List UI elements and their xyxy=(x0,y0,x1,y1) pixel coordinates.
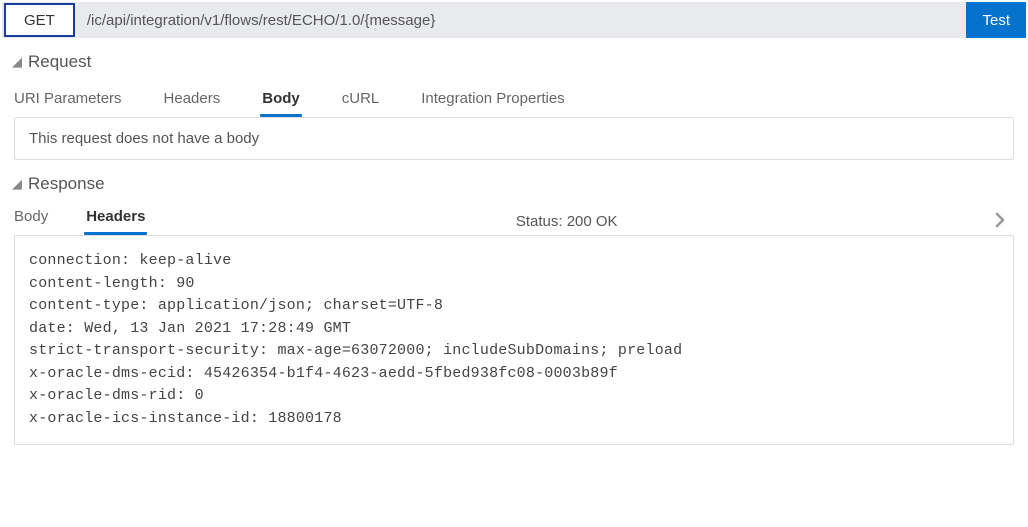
response-section: ◢ Response xyxy=(12,174,1028,194)
request-tabs: URI Parameters Headers Body cURL Integra… xyxy=(14,90,1028,117)
collapse-triangle-icon: ◢ xyxy=(12,176,22,192)
request-title: Request xyxy=(28,52,91,72)
response-header[interactable]: ◢ Response xyxy=(12,174,1028,194)
http-method[interactable]: GET xyxy=(4,3,75,37)
tab-curl[interactable]: cURL xyxy=(342,90,380,117)
response-headers-panel: connection: keep-alive content-length: 9… xyxy=(14,235,1014,445)
tab-integration-properties[interactable]: Integration Properties xyxy=(421,90,564,117)
chevron-right-icon xyxy=(994,210,1008,230)
response-tab-body[interactable]: Body xyxy=(14,208,48,235)
status-text: Status: 200 OK xyxy=(145,213,988,230)
collapse-triangle-icon: ◢ xyxy=(12,54,22,70)
response-tab-row: Body Headers Status: 200 OK xyxy=(14,208,1014,235)
expand-icon[interactable] xyxy=(988,210,1014,234)
response-title: Response xyxy=(28,174,105,194)
tab-body[interactable]: Body xyxy=(262,90,300,117)
url-path: /ic/api/integration/v1/flows/rest/ECHO/1… xyxy=(87,12,967,29)
tab-headers[interactable]: Headers xyxy=(164,90,221,117)
response-tabs: Body Headers xyxy=(14,208,145,235)
request-body-panel: This request does not have a body xyxy=(14,117,1014,160)
request-header[interactable]: ◢ Request xyxy=(12,52,1028,72)
request-section: ◢ Request xyxy=(12,52,1028,72)
tab-uri-parameters[interactable]: URI Parameters xyxy=(14,90,122,117)
url-bar: GET /ic/api/integration/v1/flows/rest/EC… xyxy=(2,2,1026,38)
test-button[interactable]: Test xyxy=(966,2,1026,38)
response-tab-headers[interactable]: Headers xyxy=(86,208,145,235)
